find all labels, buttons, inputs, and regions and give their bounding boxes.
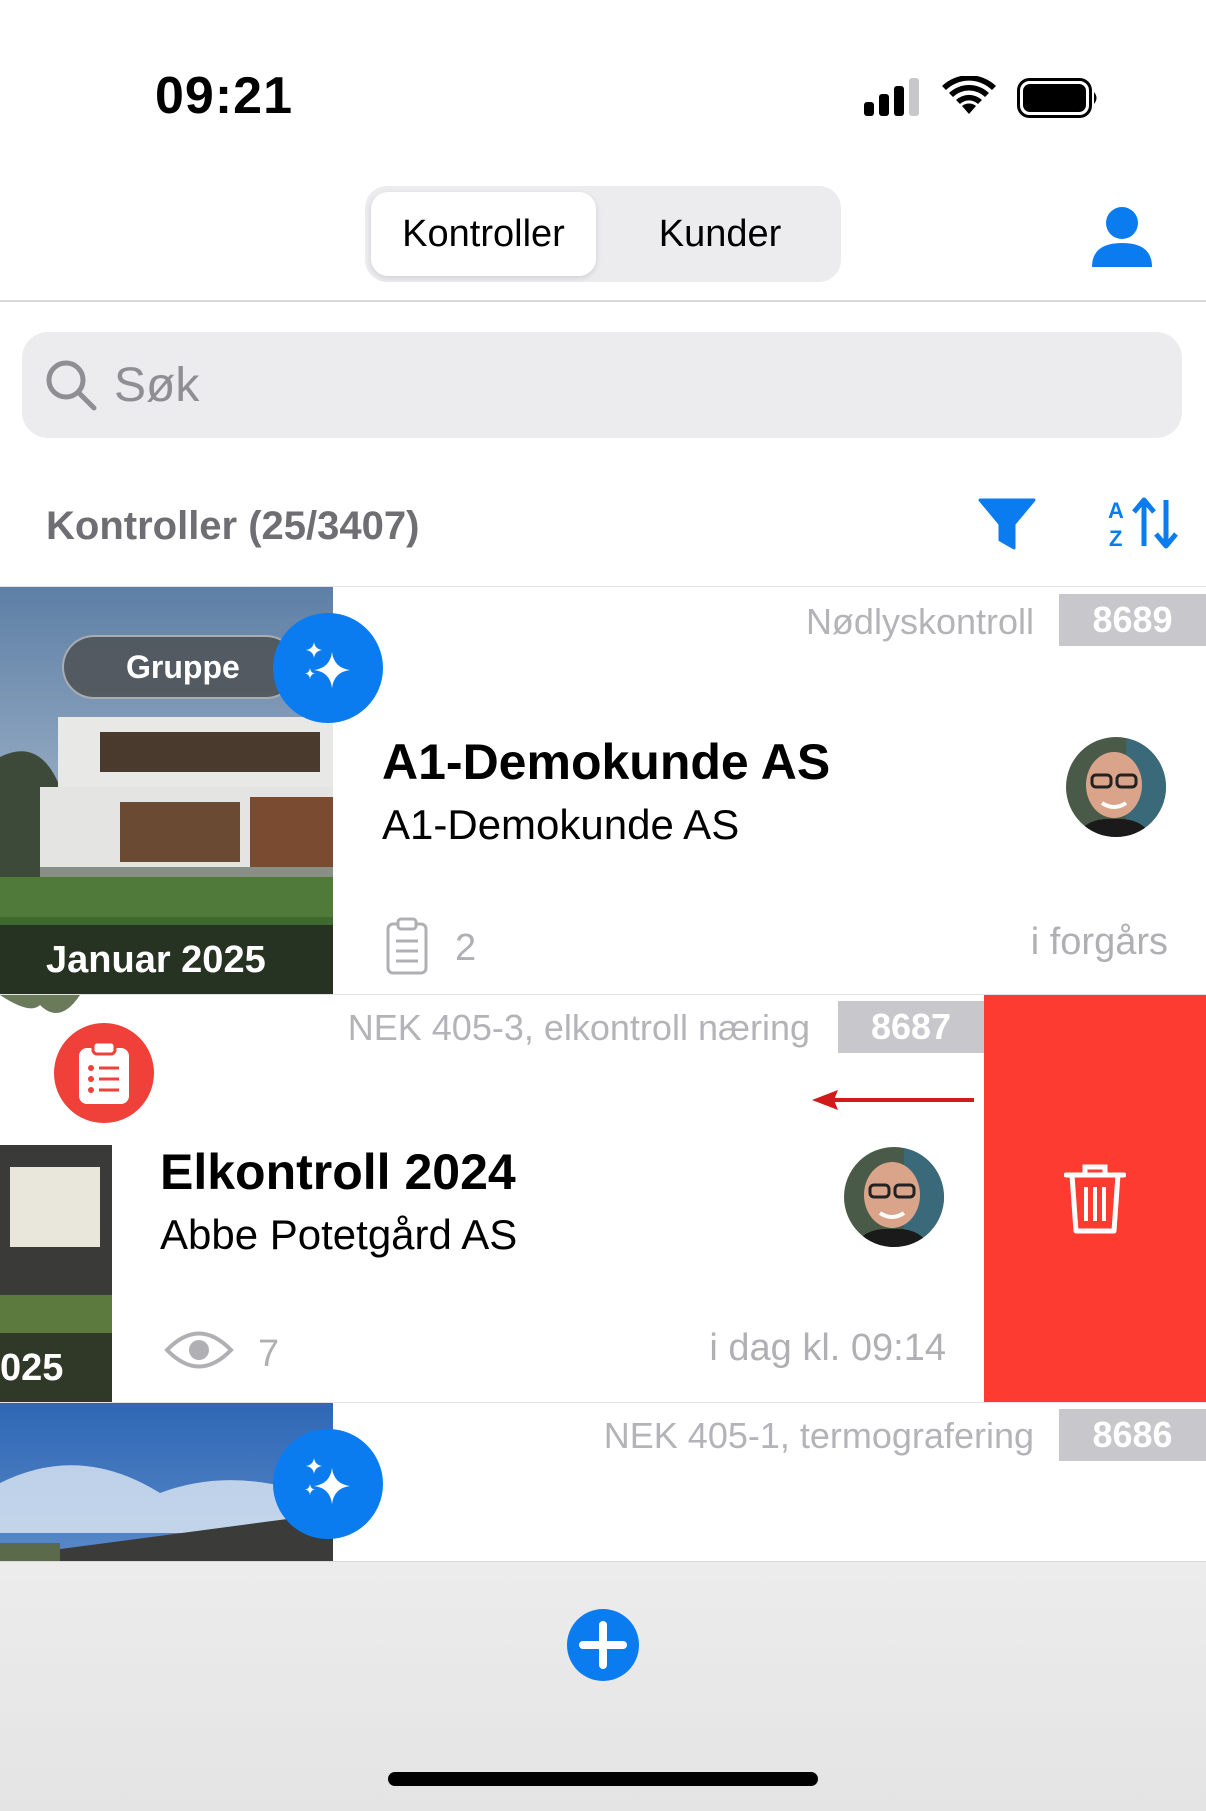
search-icon xyxy=(46,360,97,411)
updated-time: i forgårs xyxy=(1030,921,1168,963)
control-type: NEK 405-1, termografering xyxy=(603,1415,1034,1456)
card-title: A1-Demokunde AS xyxy=(382,734,831,790)
control-type: NEK 405-3, elkontroll næring xyxy=(347,1007,810,1048)
trash-icon xyxy=(1064,1164,1126,1234)
tab-kunder[interactable]: Kunder xyxy=(605,192,835,276)
view-count: 7 xyxy=(258,1333,280,1375)
control-id: 8689 xyxy=(1059,594,1206,646)
home-indicator xyxy=(388,1772,818,1786)
sparkles-icon xyxy=(273,613,383,723)
filter-icon[interactable] xyxy=(978,498,1036,552)
tab-kontroller[interactable]: Kontroller xyxy=(371,192,596,276)
svg-text:Z: Z xyxy=(1109,526,1122,550)
sparkles-icon xyxy=(273,1429,383,1539)
group-pill: Gruppe xyxy=(62,635,298,699)
control-id: 8686 xyxy=(1059,1409,1206,1461)
clipboard-list-icon xyxy=(50,1019,158,1127)
search-bar[interactable] xyxy=(22,332,1182,438)
delete-button[interactable] xyxy=(984,995,1206,1402)
bottom-toolbar xyxy=(0,1561,1206,1811)
date-overlay: 025 xyxy=(0,1333,112,1402)
eye-icon xyxy=(164,1331,234,1369)
nav-header: Kontroller Kunder xyxy=(0,150,1206,302)
list-item[interactable]: 025 NEK 405-3, elkontroll næring 8687 El… xyxy=(0,994,1206,1402)
card-subtitle: A1-Demokunde AS xyxy=(382,801,740,848)
status-time: 09:21 xyxy=(155,67,293,125)
list-item[interactable]: Januar 2025 Gruppe Nødlyskontroll 8689 A… xyxy=(0,586,1206,994)
avatar xyxy=(844,1147,944,1247)
attachment-count: 2 xyxy=(455,927,477,969)
list-header: Kontroller (25/3407) A Z xyxy=(0,490,1206,560)
card-subtitle: Abbe Potetgård AS xyxy=(160,1211,518,1258)
swipe-arrow xyxy=(812,1090,974,1110)
battery-icon xyxy=(1017,78,1097,118)
list-title: Kontroller (25/3407) xyxy=(46,504,420,548)
control-type: Nødlyskontroll xyxy=(805,601,1034,642)
wifi-icon xyxy=(942,76,996,114)
signal-icon xyxy=(864,78,919,116)
date-overlay: Januar 2025 xyxy=(0,925,333,994)
person-icon[interactable] xyxy=(1090,205,1154,269)
clipboard-icon xyxy=(386,917,428,975)
updated-time: i dag kl. 09:14 xyxy=(709,1327,946,1369)
sort-az-icon[interactable]: A Z xyxy=(1106,496,1178,550)
avatar xyxy=(1066,737,1166,837)
svg-text:A: A xyxy=(1108,498,1124,523)
search-input[interactable] xyxy=(114,332,1114,438)
segmented-control: Kontroller Kunder xyxy=(365,186,841,282)
plus-circle-icon[interactable] xyxy=(566,1608,640,1682)
control-id: 8687 xyxy=(838,1001,984,1053)
card-title: Elkontroll 2024 xyxy=(160,1144,516,1200)
status-bar: 09:21 xyxy=(0,0,1206,150)
